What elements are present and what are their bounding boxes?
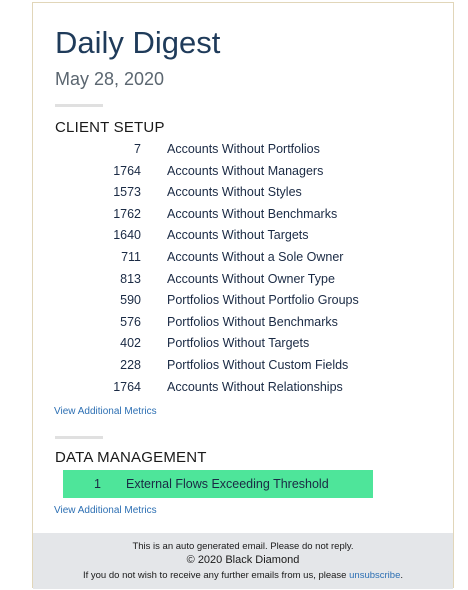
email-container: Daily Digest May 28, 2020 CLIENT SETUP 7… xyxy=(32,2,454,589)
metric-row: 711 Accounts Without a Sole Owner xyxy=(33,247,453,269)
metric-count: 590 xyxy=(120,293,141,308)
metric-count: 1762 xyxy=(113,206,141,221)
metric-label: Accounts Without Owner Type xyxy=(167,271,335,286)
metric-count: 711 xyxy=(121,249,141,264)
metric-label: Accounts Without Benchmarks xyxy=(167,206,338,221)
metric-count: 576 xyxy=(120,314,141,329)
digest-date: May 28, 2020 xyxy=(55,69,165,89)
metric-label: Accounts Without Styles xyxy=(167,185,302,200)
divider xyxy=(55,436,103,439)
metric-label: External Flows Exceeding Threshold xyxy=(126,477,329,491)
metric-label: Accounts Without Portfolios xyxy=(167,142,320,156)
metric-row: 1573 Accounts Without Styles xyxy=(33,182,453,204)
metric-label: Accounts Without Managers xyxy=(167,163,324,178)
metric-row: 228 Portfolios Without Custom Fields xyxy=(33,355,453,377)
metric-label: Accounts Without a Sole Owner xyxy=(167,249,344,264)
page-title: Daily Digest xyxy=(55,25,221,60)
metric-row: 402 Portfolios Without Targets xyxy=(33,333,453,355)
metric-row: 1762 Accounts Without Benchmarks xyxy=(33,204,453,226)
metric-count: 228 xyxy=(120,357,141,372)
auto-generated-notice: This is an auto generated email. Please … xyxy=(132,541,354,552)
highlighted-metric-row: 1 External Flows Exceeding Threshold xyxy=(63,470,373,498)
metric-label: Portfolios Without Portfolio Groups xyxy=(167,293,359,308)
unsubscribe-notice: If you do not wish to receive any furthe… xyxy=(33,570,453,581)
metric-label: Accounts Without Targets xyxy=(167,228,309,243)
metric-count: 402 xyxy=(120,336,141,351)
metric-row: 1640 Accounts Without Targets xyxy=(33,225,453,247)
unsubscribe-suffix: . xyxy=(400,570,403,581)
metric-count: 1764 xyxy=(113,163,141,178)
metric-label: Accounts Without Relationships xyxy=(167,379,343,394)
metric-row: 590 Portfolios Without Portfolio Groups xyxy=(33,290,453,312)
metric-row: 576 Portfolios Without Benchmarks xyxy=(33,312,453,334)
unsubscribe-link[interactable]: unsubscribe xyxy=(349,570,400,581)
metric-label: Portfolios Without Benchmarks xyxy=(167,314,338,329)
metric-label: Portfolios Without Targets xyxy=(167,336,310,351)
metric-count: 1764 xyxy=(113,379,141,394)
section-title-client-setup: CLIENT SETUP xyxy=(55,119,165,136)
metric-count: 1640 xyxy=(113,228,141,243)
view-additional-metrics-link-data-management[interactable]: View Additional Metrics xyxy=(54,505,157,516)
metric-count: 1573 xyxy=(113,185,141,200)
metric-row: 813 Accounts Without Owner Type xyxy=(33,269,453,291)
metric-row: 7 Accounts Without Portfolios xyxy=(33,139,453,161)
copyright: © 2020 Black Diamond xyxy=(186,554,300,566)
metric-count: 7 xyxy=(134,142,141,156)
metric-count: 1 xyxy=(94,477,101,491)
metric-label: Portfolios Without Custom Fields xyxy=(167,357,349,372)
client-setup-metrics: 7 Accounts Without Portfolios 1764 Accou… xyxy=(33,139,453,398)
metric-row: 1764 Accounts Without Managers xyxy=(33,161,453,183)
divider xyxy=(55,104,103,107)
metric-row: 1764 Accounts Without Relationships xyxy=(33,377,453,399)
view-additional-metrics-link-client-setup[interactable]: View Additional Metrics xyxy=(54,406,157,417)
unsubscribe-prefix: If you do not wish to receive any furthe… xyxy=(82,570,350,581)
footer: This is an auto generated email. Please … xyxy=(33,533,453,589)
metric-count: 813 xyxy=(120,271,141,286)
section-title-data-management: DATA MANAGEMENT xyxy=(55,449,207,466)
